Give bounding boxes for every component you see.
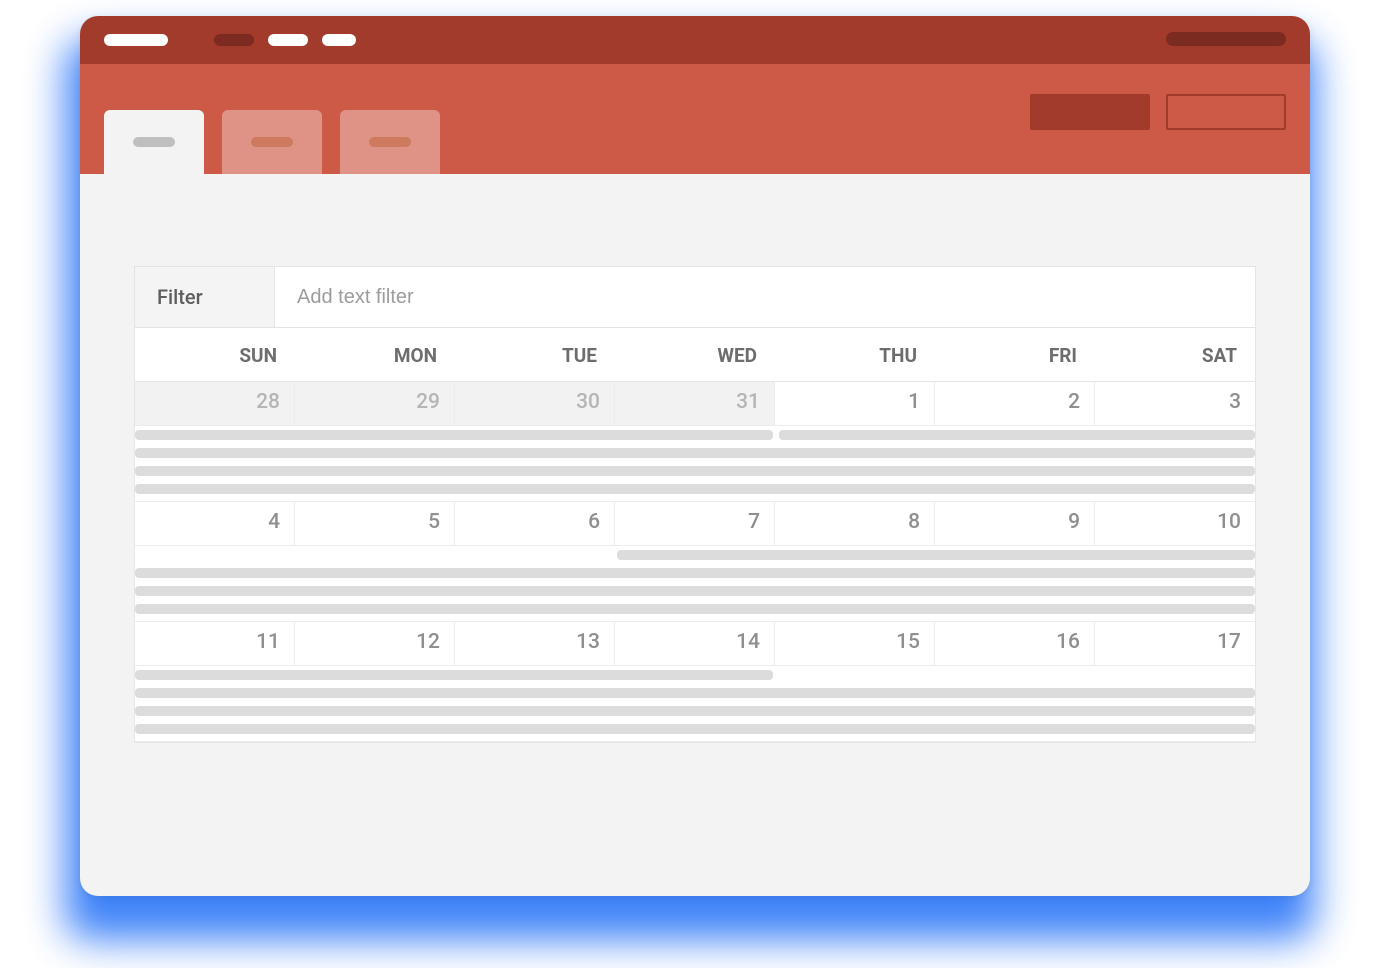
day-header: FRI xyxy=(935,328,1095,382)
calendar-event-area xyxy=(135,666,1255,742)
titlebar-pill xyxy=(322,34,356,46)
calendar-day-cell[interactable]: 14 xyxy=(615,622,775,666)
calendar-day-cell[interactable]: 9 xyxy=(935,502,1095,546)
tab-label-placeholder xyxy=(251,137,293,147)
calendar-week: 28293031123 xyxy=(135,382,1255,502)
tabbar-actions xyxy=(1030,94,1286,130)
calendar-event-bar[interactable] xyxy=(135,466,1255,476)
tab-label-placeholder xyxy=(369,137,411,147)
titlebar-left-group xyxy=(104,34,356,46)
calendar-day-cell[interactable]: 16 xyxy=(935,622,1095,666)
calendar-day-row: 11121314151617 xyxy=(135,622,1255,666)
calendar-event-bar[interactable] xyxy=(779,430,1255,440)
calendar-day-cell[interactable]: 1 xyxy=(775,382,935,426)
calendar-day-cell[interactable]: 7 xyxy=(615,502,775,546)
app-window: Filter SUN MON TUE WED THU FRI SAT 28293… xyxy=(80,16,1310,896)
calendar-event-bar[interactable] xyxy=(135,586,1255,596)
calendar-day-cell[interactable]: 13 xyxy=(455,622,615,666)
titlebar-pill xyxy=(1166,32,1286,46)
calendar-event-area xyxy=(135,426,1255,502)
filter-input[interactable] xyxy=(297,286,1233,309)
day-header: MON xyxy=(295,328,455,382)
calendar-day-cell[interactable]: 17 xyxy=(1095,622,1255,666)
tab-bar xyxy=(80,64,1310,174)
calendar-day-cell[interactable]: 30 xyxy=(455,382,615,426)
day-header: THU xyxy=(775,328,935,382)
calendar-week: 45678910 xyxy=(135,502,1255,622)
titlebar-pill xyxy=(214,34,254,46)
calendar-event-bar[interactable] xyxy=(135,430,773,440)
tab-inactive[interactable] xyxy=(222,110,322,174)
window-titlebar xyxy=(80,16,1310,64)
calendar-day-cell[interactable]: 31 xyxy=(615,382,775,426)
filter-label[interactable]: Filter xyxy=(135,267,275,327)
tabbar-button-primary[interactable] xyxy=(1030,94,1150,130)
day-header: SAT xyxy=(1095,328,1255,382)
calendar-day-row: 45678910 xyxy=(135,502,1255,546)
calendar-event-bar[interactable] xyxy=(135,688,1255,698)
calendar-event-bar[interactable] xyxy=(135,568,1255,578)
tabbar-button-secondary[interactable] xyxy=(1166,94,1286,130)
calendar-event-area xyxy=(135,546,1255,622)
day-header: SUN xyxy=(135,328,295,382)
calendar-day-cell[interactable]: 3 xyxy=(1095,382,1255,426)
calendar-day-cell[interactable]: 10 xyxy=(1095,502,1255,546)
tab-label-placeholder xyxy=(133,137,175,147)
calendar-day-cell[interactable]: 6 xyxy=(455,502,615,546)
filter-input-wrap xyxy=(275,267,1255,327)
calendar-event-bar[interactable] xyxy=(135,706,1255,716)
calendar-header-row: SUN MON TUE WED THU FRI SAT xyxy=(135,328,1255,382)
calendar-event-bar[interactable] xyxy=(135,448,1255,458)
day-header: TUE xyxy=(455,328,615,382)
titlebar-right-group xyxy=(1166,31,1286,50)
calendar-day-cell[interactable]: 15 xyxy=(775,622,935,666)
calendar-event-bar[interactable] xyxy=(135,604,1255,614)
calendar-event-bar[interactable] xyxy=(617,550,1255,560)
tab-inactive[interactable] xyxy=(340,110,440,174)
tab-active[interactable] xyxy=(104,110,204,174)
calendar-day-cell[interactable]: 5 xyxy=(295,502,455,546)
calendar-day-cell[interactable]: 28 xyxy=(135,382,295,426)
calendar-event-bar[interactable] xyxy=(135,484,1255,494)
calendar-day-cell[interactable]: 12 xyxy=(295,622,455,666)
titlebar-pill xyxy=(268,34,308,46)
calendar-day-cell[interactable]: 4 xyxy=(135,502,295,546)
calendar-day-row: 28293031123 xyxy=(135,382,1255,426)
content-area: Filter SUN MON TUE WED THU FRI SAT 28293… xyxy=(80,174,1310,783)
calendar-event-bar[interactable] xyxy=(135,670,773,680)
calendar-day-cell[interactable]: 11 xyxy=(135,622,295,666)
titlebar-pill xyxy=(104,34,168,46)
filter-bar: Filter xyxy=(134,266,1256,328)
calendar-day-cell[interactable]: 8 xyxy=(775,502,935,546)
calendar-week: 11121314151617 xyxy=(135,622,1255,742)
calendar-day-cell[interactable]: 29 xyxy=(295,382,455,426)
calendar-day-cell[interactable]: 2 xyxy=(935,382,1095,426)
calendar: SUN MON TUE WED THU FRI SAT 282930311234… xyxy=(134,328,1256,743)
day-header: WED xyxy=(615,328,775,382)
calendar-event-bar[interactable] xyxy=(135,724,1255,734)
